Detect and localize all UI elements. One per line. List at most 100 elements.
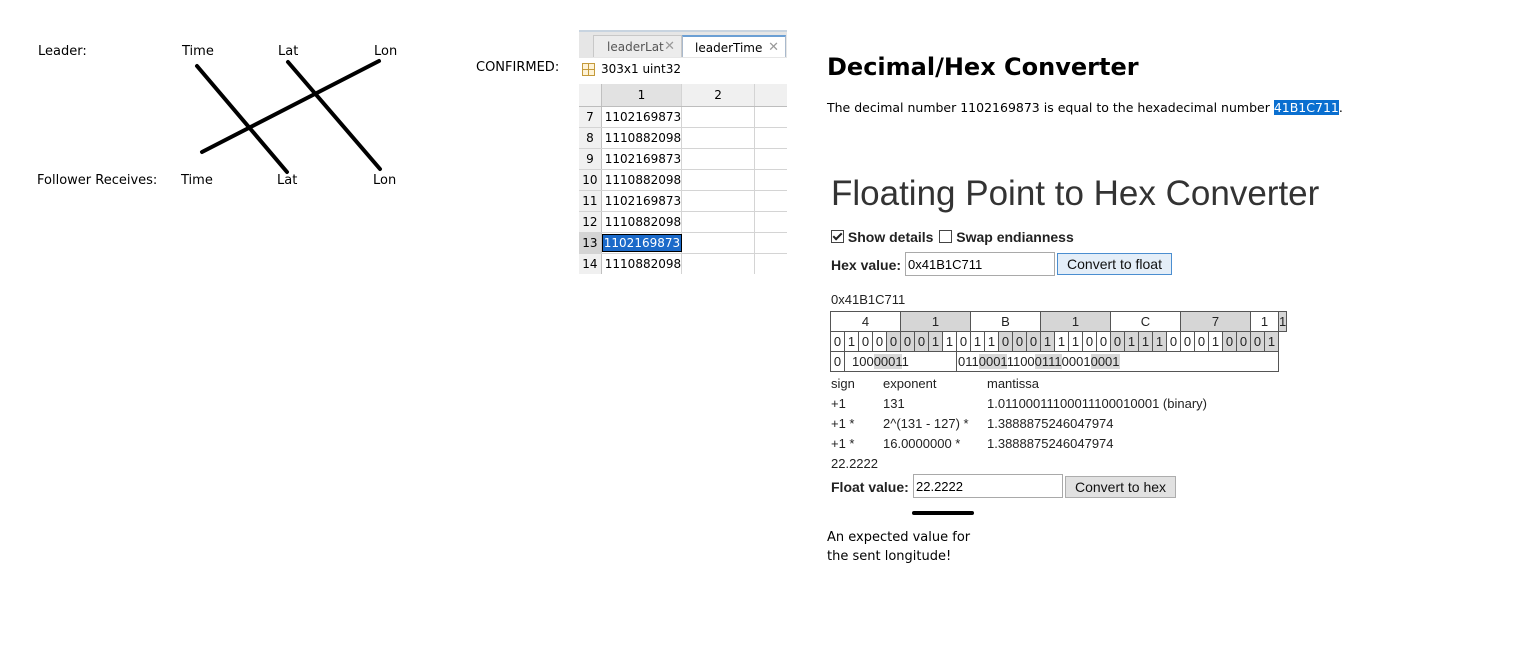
table-cell[interactable]	[681, 106, 756, 128]
mantissa-bits-part: 1100	[1006, 354, 1035, 369]
convert-to-float-button[interactable]: Convert to float	[1057, 253, 1172, 275]
mantissa-decimal: 1.3888875246047974	[987, 416, 1114, 431]
table-cell[interactable]: 1102169873	[601, 148, 683, 170]
table-cell[interactable]: 1102169873	[601, 190, 683, 212]
row-header[interactable]: 11	[579, 190, 602, 212]
hex-value-input[interactable]	[905, 252, 1055, 276]
convert-to-hex-button[interactable]: Convert to hex	[1065, 476, 1176, 498]
table-cell[interactable]	[681, 169, 756, 191]
table-row: 8 1110882098	[579, 127, 787, 149]
nibble-cell: B	[970, 311, 1041, 332]
tab-leaderlat-label: leaderLat	[607, 40, 664, 54]
bit-cell: 0	[1194, 331, 1209, 352]
float-result: 22.2222	[831, 456, 878, 471]
table-row: 14 1110882098	[579, 253, 787, 274]
mantissa-bits-part: 0001	[978, 354, 1007, 369]
table-cell[interactable]	[754, 169, 787, 191]
swap-endianness-checkbox[interactable]	[939, 230, 953, 243]
sentence-end: .	[1338, 100, 1343, 115]
table-cell[interactable]	[754, 232, 787, 254]
swap-endianness-label[interactable]: Swap endianness	[956, 229, 1073, 245]
mantissa-header: mantissa	[987, 376, 1040, 391]
table-cell[interactable]: 1110882098	[601, 127, 683, 149]
table-cell[interactable]	[681, 253, 756, 274]
hex-result-highlighted[interactable]: 41B1C711	[1273, 100, 1339, 115]
bit-cell: 0	[1026, 331, 1041, 352]
table-cell[interactable]	[754, 127, 787, 149]
bit-cell: 1	[970, 331, 985, 352]
row-header[interactable]: 9	[579, 148, 602, 170]
mantissa-bits-cell: 01100011100011100010001	[956, 351, 1279, 372]
selected-cell-value: 1102169873	[601, 234, 683, 252]
lat-to-lon-line	[286, 60, 382, 171]
table-cell[interactable]	[754, 190, 787, 212]
annotation-note: An expected value for the sent longitude…	[827, 530, 971, 564]
float-value-input[interactable]	[913, 474, 1063, 498]
row-header[interactable]: 13	[579, 232, 602, 254]
exponent-header: exponent	[883, 376, 937, 391]
table-row: 9 1102169873	[579, 148, 787, 170]
time-to-lat-line	[195, 64, 289, 174]
column-header[interactable]: 1	[601, 84, 683, 107]
nibble-cell: 7	[1180, 311, 1251, 332]
sign-value: +1	[831, 396, 846, 411]
bit-cell: 0	[1110, 331, 1125, 352]
tab-leadertime-label: leaderTime	[695, 41, 763, 55]
table-cell[interactable]	[681, 211, 756, 233]
tab-leaderlat[interactable]: leaderLat ✕	[593, 35, 682, 57]
tab-leadertime[interactable]: leaderTime ✕	[682, 35, 786, 57]
float-converter-title: Floating Point to Hex Converter	[831, 174, 1320, 213]
table-cell[interactable]: 1102169873	[601, 106, 683, 128]
exponent-value: 131	[883, 396, 905, 411]
exponent-formula: 2^(131 - 127) *	[883, 416, 969, 431]
column-header-row: 1 2	[579, 84, 787, 107]
row-header[interactable]: 7	[579, 106, 602, 128]
annotation-underline	[912, 511, 974, 515]
table-row: 7 1102169873	[579, 106, 787, 128]
bit-cell: 1	[942, 331, 957, 352]
bit-cell: 0	[914, 331, 929, 352]
selected-cell[interactable]: 1102169873	[601, 232, 683, 254]
column-header[interactable]	[754, 84, 787, 107]
table-cell[interactable]	[754, 211, 787, 233]
row-header[interactable]: 8	[579, 127, 602, 149]
column-header[interactable]: 2	[681, 84, 756, 107]
decimal-hex-sentence: The decimal number 1102169873 is equal t…	[827, 100, 1274, 115]
table-cell[interactable]	[754, 148, 787, 170]
close-icon[interactable]: ✕	[664, 36, 675, 58]
table-cell[interactable]: 1110882098	[601, 211, 683, 233]
mantissa-bits-part: 0001	[1061, 354, 1091, 369]
table-cell[interactable]	[681, 148, 756, 170]
bit-cell: 0	[830, 331, 845, 352]
exponent-bits-part: 0001	[873, 354, 902, 369]
table-cell[interactable]	[754, 106, 787, 128]
table-cell[interactable]: 1110882098	[601, 169, 683, 191]
show-details-label[interactable]: Show details	[848, 229, 934, 245]
row-header[interactable]: 10	[579, 169, 602, 191]
nibble-row: 4 1 B 1 C 7 1 1	[830, 311, 1288, 332]
variable-table: 1 2 7 1102169873 8 1110882098 9 1102169873 …	[579, 84, 787, 274]
show-details-checkbox[interactable]	[831, 230, 844, 243]
table-cell[interactable]	[681, 127, 756, 149]
row-header[interactable]: 14	[579, 253, 602, 274]
bit-cell: 1	[1054, 331, 1069, 352]
table-cell[interactable]: 1110882098	[601, 253, 683, 274]
exponent-bits-cell: 10000011	[844, 351, 957, 372]
table-cell[interactable]	[754, 253, 787, 274]
row-header[interactable]: 12	[579, 211, 602, 233]
bit-cell: 0	[1250, 331, 1265, 352]
variable-editor: leaderLat ✕ leaderTime ✕ 303x1 uint32 1 …	[579, 30, 787, 274]
table-cell[interactable]	[681, 190, 756, 212]
bit-cell: 0	[1222, 331, 1237, 352]
options-row: Show details Swap endianness	[831, 229, 1074, 245]
bit-cell: 0	[886, 331, 901, 352]
mantissa-bits-part: 011	[958, 354, 979, 369]
exponent-result: 16.0000000 *	[883, 436, 961, 451]
variable-info: 303x1 uint32	[579, 58, 787, 80]
bit-cell: 1	[928, 331, 943, 352]
table-cell[interactable]	[681, 232, 756, 254]
tab-bar: leaderLat ✕ leaderTime ✕	[579, 30, 787, 58]
bit-cell: 1	[984, 331, 999, 352]
sign-multiplier: +1 *	[831, 416, 855, 431]
close-icon[interactable]: ✕	[768, 37, 779, 59]
